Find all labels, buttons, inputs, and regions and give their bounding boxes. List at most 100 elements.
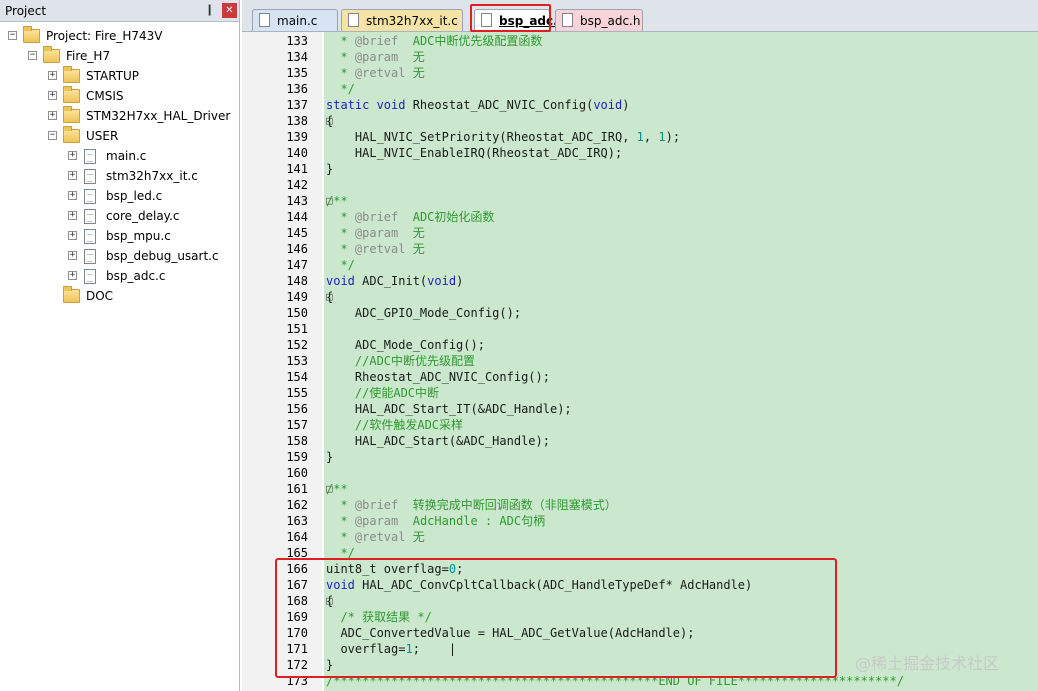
file-icon (562, 13, 573, 27)
watermark: @稀土掘金技术社区 (855, 654, 1000, 673)
code-line: 158 HAL_ADC_Start(&ADC_Handle); (242, 433, 1038, 449)
code-token: Rheostat_ADC_NVIC_Config(); (326, 370, 550, 384)
tree-item[interactable]: + STM32H7xx_HAL_Driver (0, 106, 238, 127)
line-number: 135 (286, 66, 308, 80)
code-text: //ADC中断优先级配置 (326, 353, 475, 369)
line-number: 140 (286, 146, 308, 160)
code-token: 无 (398, 50, 425, 64)
file-icon (84, 229, 96, 244)
code-token: * (326, 34, 355, 48)
code-token: { (326, 290, 334, 304)
tree-item[interactable]: + CMSIS (0, 86, 238, 107)
close-icon[interactable]: ✕ (222, 3, 237, 18)
file-icon (84, 149, 96, 164)
expand-icon[interactable]: + (68, 211, 77, 220)
line-number: 149 (286, 290, 308, 304)
code-text: * @param AdcHandle : ADC句柄 (326, 513, 545, 529)
code-text: /** (326, 193, 348, 209)
file-icon (84, 249, 96, 264)
code-text: ADC_Mode_Config(); (326, 337, 485, 353)
code-line: 164 * @retval 无 (242, 529, 1038, 545)
tab-bsp-adc-h[interactable]: bsp_adc.h (555, 9, 643, 31)
expand-icon[interactable]: + (48, 71, 57, 80)
code-line: 136 */ (242, 81, 1038, 97)
tree-item-label: Project: Fire_H743V (46, 29, 163, 43)
code-line: 141} (242, 161, 1038, 177)
expand-icon[interactable]: + (48, 111, 57, 120)
folder-icon (63, 66, 80, 83)
tab-label: bsp_adc.h (580, 14, 641, 28)
tree-item[interactable]: − USER (0, 126, 238, 147)
file-icon (84, 269, 96, 284)
line-number: 162 (286, 498, 308, 512)
code-text: void ADC_Init(void) (326, 273, 463, 289)
code-token: 无 (405, 530, 425, 544)
line-number: 144 (286, 210, 308, 224)
code-token: * (326, 530, 355, 544)
code-token: * (326, 66, 355, 80)
code-token: ADC_Mode_Config(); (326, 338, 485, 352)
code-line: 163 * @param AdcHandle : ADC句柄 (242, 513, 1038, 529)
expand-icon[interactable]: + (48, 91, 57, 100)
expand-icon[interactable]: + (68, 231, 77, 240)
collapse-icon[interactable]: − (28, 51, 37, 60)
code-token: //软件触发ADC采样 (326, 418, 464, 432)
line-number: 147 (286, 258, 308, 272)
active-tab-highlight-box (470, 4, 551, 32)
tree-item[interactable]: + bsp_mpu.c (0, 227, 238, 247)
tree-item[interactable]: DOC (0, 286, 238, 307)
tree-item-label: STM32H7xx_HAL_Driver (86, 109, 231, 123)
tree-item-label: DOC (86, 289, 114, 303)
code-text: */ (326, 81, 355, 97)
code-token: 无 (398, 226, 425, 240)
tree-item[interactable]: + bsp_debug_usart.c (0, 247, 238, 267)
code-token: * (326, 226, 355, 240)
code-token: @param (354, 226, 399, 240)
tree-item[interactable]: − Project: Fire_H743V (0, 26, 238, 47)
code-text: */ (326, 257, 354, 273)
tree-item[interactable]: + bsp_adc.c (0, 267, 238, 287)
code-text: * @param 无 (326, 49, 425, 65)
tree-item[interactable]: + bsp_led.c (0, 187, 238, 207)
line-number: 139 (286, 130, 308, 144)
expand-icon[interactable]: + (68, 171, 77, 180)
code-token: * (326, 50, 355, 64)
pin-icon[interactable]: ❙ (205, 3, 214, 16)
tree-item[interactable]: + stm32h7xx_it.c (0, 167, 238, 187)
tab-main-c[interactable]: main.c (252, 9, 338, 31)
line-number: 146 (286, 242, 308, 256)
tree-item[interactable]: + core_delay.c (0, 207, 238, 227)
code-token: //ADC中断优先级配置 (326, 354, 476, 368)
code-token: @retval (354, 242, 406, 256)
line-number: 160 (286, 466, 308, 480)
expand-icon[interactable]: + (68, 151, 77, 160)
code-token: 1 (658, 130, 666, 144)
code-token: @param (354, 514, 399, 528)
line-number: 145 (286, 226, 308, 240)
code-token: @brief (354, 34, 399, 48)
code-line: 161 □/** (242, 481, 1038, 497)
expand-icon[interactable]: + (68, 251, 77, 260)
code-token: 无 (405, 66, 425, 80)
code-token: void (427, 274, 457, 288)
tree-item[interactable]: + main.c (0, 147, 238, 167)
expand-icon[interactable]: + (68, 271, 77, 280)
line-number: 143 (286, 194, 308, 208)
line-number: 157 (286, 418, 308, 432)
code-text: { (326, 113, 333, 129)
code-token: ADC_Init( (354, 274, 428, 288)
line-number: 142 (286, 178, 308, 192)
tree-item[interactable]: − Fire_H7 (0, 46, 238, 67)
expand-icon[interactable]: + (68, 191, 77, 200)
code-text: { (326, 289, 333, 305)
tab-stm32h7xx-it-c[interactable]: stm32h7xx_it.c (341, 9, 463, 31)
code-text: } (326, 449, 333, 465)
file-icon (259, 13, 270, 27)
collapse-icon[interactable]: − (48, 131, 57, 140)
code-token: @param (354, 50, 399, 64)
tree-item[interactable]: + STARTUP (0, 66, 238, 87)
code-line: 151 (242, 321, 1038, 337)
code-token: */ (326, 82, 355, 96)
code-line: 146 * @retval 无 (242, 241, 1038, 257)
collapse-icon[interactable]: − (8, 31, 17, 40)
